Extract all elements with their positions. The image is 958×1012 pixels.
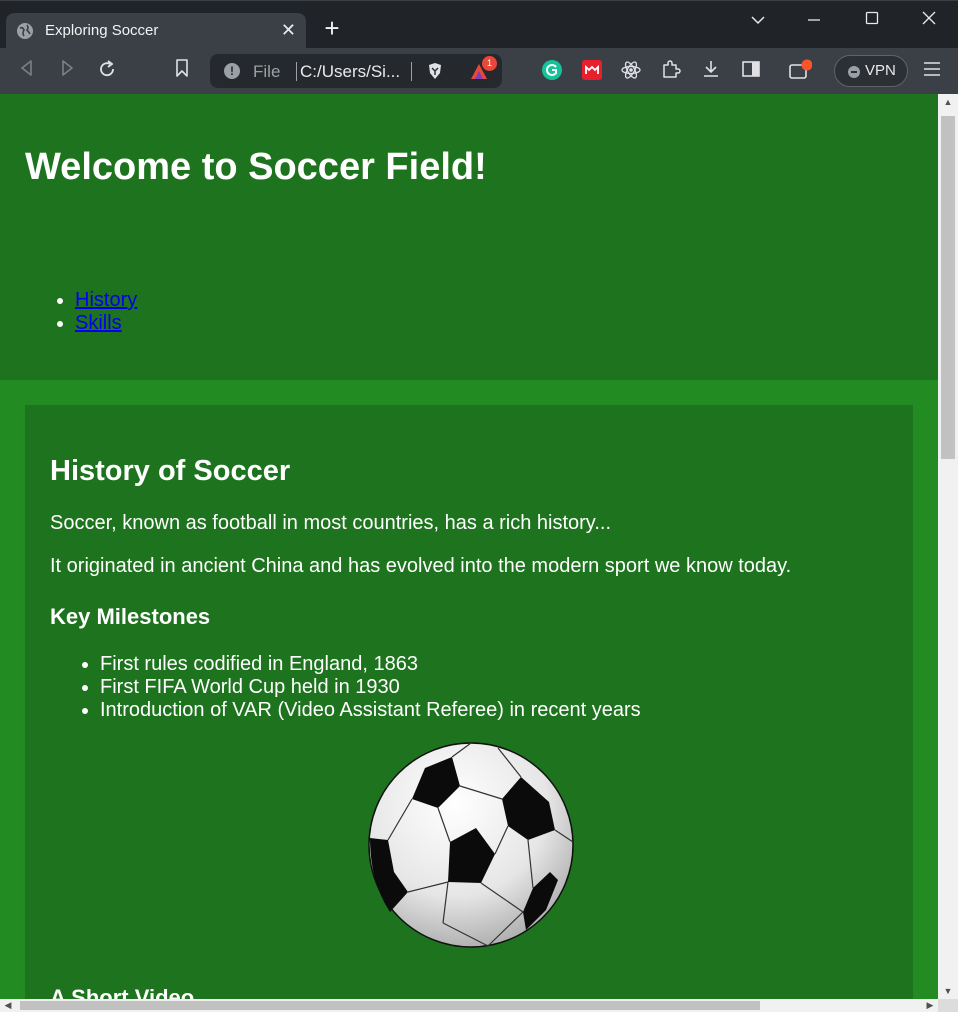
milestones-title: Key Milestones	[50, 604, 211, 629]
react-devtools-icon[interactable]	[619, 59, 643, 83]
tab-title: Exploring Soccer	[45, 22, 159, 39]
address-divider	[411, 62, 412, 81]
vpn-button[interactable]: VPN	[834, 55, 908, 87]
menu-icon[interactable]	[920, 59, 944, 83]
nav-link-skills[interactable]: Skills	[75, 312, 122, 334]
forward-icon[interactable]	[55, 59, 79, 83]
download-icon[interactable]	[699, 59, 723, 83]
maximize-icon[interactable]	[857, 9, 887, 33]
minimize-icon[interactable]	[799, 9, 829, 33]
vertical-scrollbar[interactable]: ▲ ▼	[938, 94, 958, 999]
browser-window: Exploring Soccer ✕ + ! File C:/Users/Si.…	[0, 0, 958, 1012]
video-section-title: A Short Video	[50, 985, 195, 999]
milestones-list: First rules codified in England, 1863 Fi…	[100, 653, 641, 722]
browser-toolbar: ! File C:/Users/Si... 1 VPN	[0, 48, 958, 94]
address-divider	[296, 62, 297, 81]
site-nav: History Skills	[75, 289, 137, 335]
site-header: Welcome to Soccer Field! History Skills	[0, 94, 938, 380]
vertical-scroll-thumb[interactable]	[941, 116, 955, 459]
nav-item-history: History	[75, 289, 137, 312]
extensions-puzzle-icon[interactable]	[659, 59, 683, 83]
section-title: History of Soccer	[50, 455, 291, 487]
tab-strip: Exploring Soccer ✕ +	[0, 0, 958, 49]
soccer-ball-icon	[368, 742, 574, 948]
extension-red-icon[interactable]	[580, 59, 604, 83]
new-tab-button[interactable]: +	[320, 15, 344, 41]
nav-link-history[interactable]: History	[75, 289, 137, 311]
history-paragraph: Soccer, known as football in most countr…	[50, 512, 611, 534]
bookmark-icon[interactable]	[170, 59, 194, 83]
scroll-down-icon[interactable]: ▼	[938, 983, 958, 999]
history-section: History of Soccer Soccer, known as footb…	[25, 405, 913, 999]
grammarly-icon[interactable]	[540, 59, 564, 83]
nav-item-skills: Skills	[75, 312, 137, 335]
wallet-icon[interactable]	[788, 59, 813, 83]
tab-search-chevron-icon[interactable]	[743, 9, 773, 33]
tab-exploring-soccer[interactable]: Exploring Soccer ✕	[6, 13, 306, 49]
site-info-icon[interactable]: !	[224, 63, 240, 79]
brave-shields-icon[interactable]	[426, 62, 444, 80]
horizontal-scroll-thumb[interactable]	[20, 1001, 760, 1010]
back-icon[interactable]	[15, 59, 39, 83]
history-paragraph: It originated in ancient China and has e…	[50, 555, 792, 577]
scheme-label: File	[253, 62, 281, 81]
scroll-right-icon[interactable]: ▶	[922, 999, 938, 1012]
vpn-status-icon	[848, 66, 860, 78]
scrollbar-corner	[938, 999, 958, 1012]
url-text[interactable]: C:/Users/Si...	[300, 62, 400, 82]
reload-icon[interactable]	[95, 59, 119, 83]
page-viewport: Welcome to Soccer Field! History Skills …	[0, 94, 938, 999]
tab-close-icon[interactable]: ✕	[281, 20, 296, 40]
vpn-label: VPN	[865, 62, 896, 79]
page-title: Welcome to Soccer Field!	[25, 146, 487, 188]
list-item: First FIFA World Cup held in 1930	[100, 676, 641, 699]
close-window-icon[interactable]	[914, 9, 944, 33]
list-item: Introduction of VAR (Video Assistant Ref…	[100, 699, 641, 722]
scroll-left-icon[interactable]: ◀	[0, 999, 16, 1012]
scroll-up-icon[interactable]: ▲	[938, 94, 958, 110]
list-item: First rules codified in England, 1863	[100, 653, 641, 676]
address-bar[interactable]: ! File C:/Users/Si... 1	[210, 54, 502, 88]
sidebar-toggle-icon[interactable]	[739, 59, 763, 83]
horizontal-scrollbar[interactable]: ◀ ▶	[0, 999, 938, 1012]
rewards-badge: 1	[482, 56, 497, 71]
globe-icon	[17, 23, 33, 39]
